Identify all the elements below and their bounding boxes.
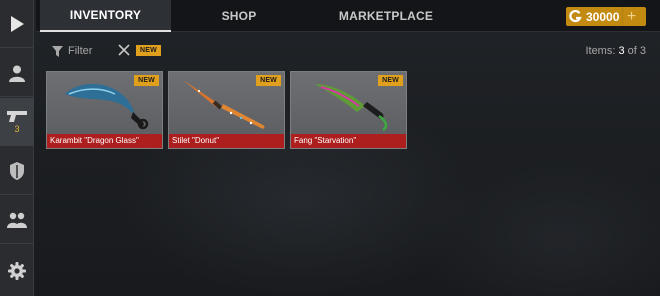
item-name: Stilet "Donut" [169, 134, 284, 148]
item-name: Karambit "Dragon Glass" [47, 134, 162, 148]
group-icon [7, 212, 27, 228]
sidebar: 3 [0, 0, 34, 296]
tab-shop[interactable]: SHOP [204, 0, 274, 32]
gold-amount: 30000 [586, 9, 620, 24]
shield-icon [10, 161, 24, 180]
filter-new-badge[interactable]: NEW [136, 45, 161, 56]
gear-icon [8, 262, 26, 280]
items-count-suffix: of 3 [624, 45, 646, 57]
filter-label: Filter [68, 45, 93, 57]
filter-button[interactable]: Filter [52, 43, 92, 59]
item-name: Fang "Starvation" [291, 134, 406, 148]
user-icon [9, 65, 25, 82]
sidebar-item-friends[interactable] [0, 196, 34, 244]
item-card-stilet[interactable]: NEW Stilet "Donut" [168, 71, 285, 149]
filter-icon [52, 45, 63, 57]
item-card-fang[interactable]: NEW Fang "Starvation" [290, 71, 407, 149]
item-new-badge: NEW [134, 75, 159, 86]
sidebar-item-play[interactable] [0, 0, 34, 48]
tab-marketplace[interactable]: MARKETPLACE [326, 0, 446, 32]
sidebar-item-clan[interactable] [0, 147, 34, 195]
sidebar-item-profile[interactable] [0, 49, 34, 97]
weapons-count: 3 [14, 124, 20, 134]
currency-display: 30000 + [566, 7, 646, 26]
item-card-karambit[interactable]: NEW Karambit "Dragon Glass" [46, 71, 163, 149]
item-new-badge: NEW [256, 75, 281, 86]
pistol-icon [7, 111, 27, 122]
items-count-prefix: Items: [585, 45, 619, 57]
tab-inventory[interactable]: INVENTORY [40, 0, 171, 32]
plus-icon[interactable]: + [622, 7, 640, 26]
sidebar-item-weapons[interactable]: 3 [0, 98, 34, 146]
gold-coin-icon [566, 7, 585, 26]
sidebar-item-settings[interactable] [0, 247, 34, 295]
items-count: Items: 3 of 3 [585, 45, 646, 57]
item-new-badge: NEW [378, 75, 403, 86]
top-tab-bar: INVENTORY SHOP MARKETPLACE 30000 + [36, 0, 660, 32]
close-icon[interactable] [118, 44, 130, 56]
play-icon [11, 15, 24, 32]
